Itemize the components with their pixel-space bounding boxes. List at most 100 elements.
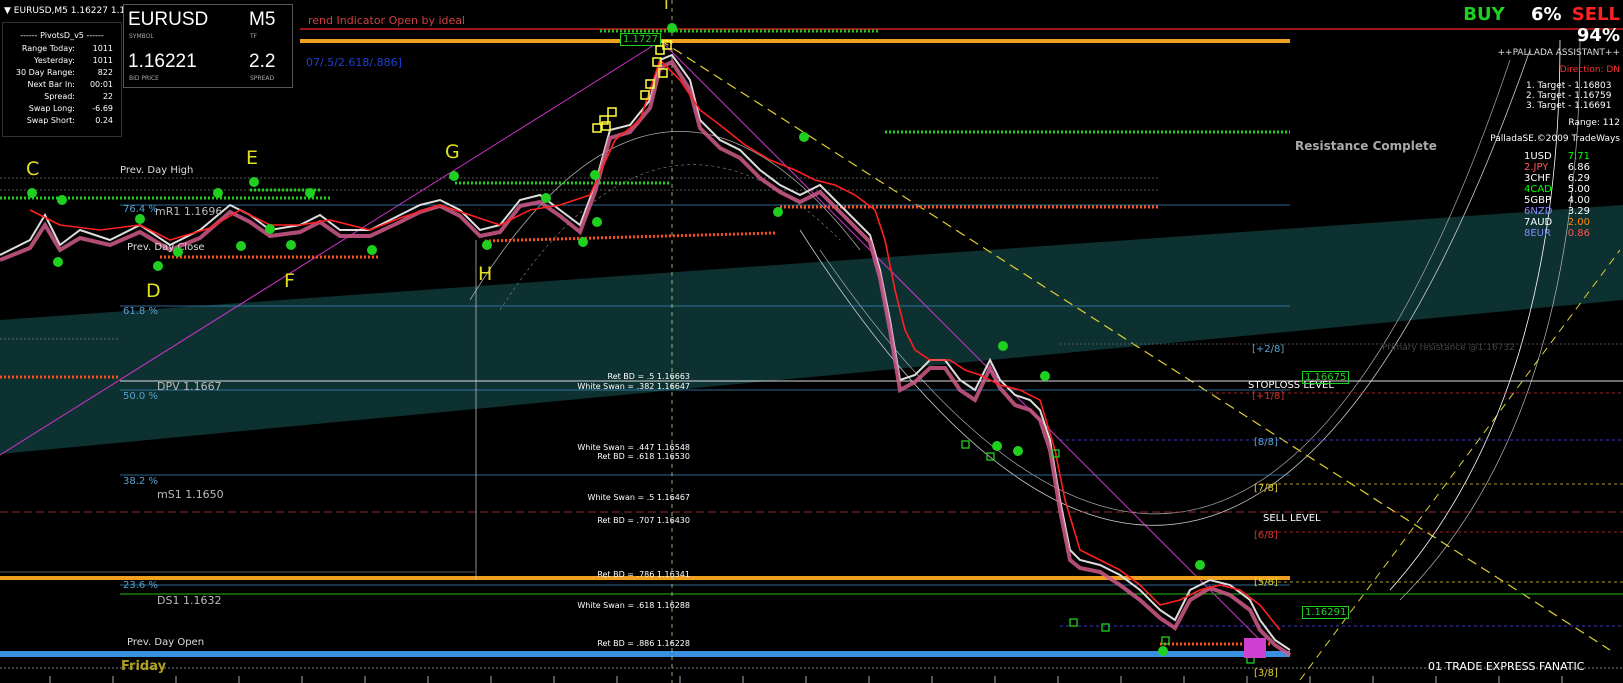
symbol-name: EURUSD — [128, 9, 209, 30]
symbol-caption: SYMBOL — [129, 33, 154, 40]
pivot-key: 30 Day Range: — [15, 68, 75, 77]
currency-name: 1USD — [1524, 151, 1552, 162]
dpv-label: DPV 1.1667 — [157, 380, 222, 393]
wave-label-d: D — [146, 280, 161, 302]
pivot-key: Range Today: — [21, 44, 75, 53]
wave-label-i: I — [664, 0, 669, 13]
indicator-title: rend Indicator Open by ideal — [308, 14, 466, 27]
fib-swan-label: Ret BD = .618 1.16530 — [597, 452, 690, 461]
fib-swan-label: Ret BD = .5 1.16663 — [607, 372, 691, 381]
currency-row: 7AUD 2.00 — [1420, 217, 1620, 228]
currency-value: 0.86 — [1567, 228, 1590, 239]
target-item: 2. Target - 1.16759 — [1526, 91, 1612, 101]
time-axis-ticks — [49, 676, 1563, 683]
price-tag-1: 1.16675 — [1302, 371, 1350, 384]
pivot-key: Swap Long: — [28, 104, 75, 113]
currency-name: 4CAD — [1524, 184, 1552, 195]
prev-day-close-label: Prev. Day Close — [127, 242, 205, 253]
friday-label: Friday — [121, 659, 167, 674]
fib-swan-label: White Swan = .618 1.16288 — [577, 601, 690, 610]
murrey-plus2: [+2/8] — [1252, 344, 1285, 355]
fib-76-label: 76.4 % — [123, 204, 158, 215]
currency-row: 8EUR 0.86 — [1420, 228, 1620, 239]
fib-swan-label: Ret BD = .886 1.16228 — [597, 639, 690, 648]
pivot-value: 822 — [97, 68, 113, 77]
pivot-key: Next Bar In: — [27, 80, 75, 89]
targets-list: 1. Target - 1.16803 2. Target - 1.16759 3.… — [1420, 81, 1620, 111]
currency-row: 2.JPY 6.86 — [1420, 162, 1620, 173]
prev-day-open-label: Prev. Day Open — [127, 637, 205, 648]
murrey-plus1: [+1/8] — [1252, 391, 1285, 402]
wave-label-f: F — [284, 270, 295, 292]
pivot-key: Swap Short: — [26, 116, 75, 125]
murrey-8: [8/8] — [1254, 437, 1278, 448]
target-item: 1. Target - 1.16803 — [1526, 81, 1612, 91]
wave-label-g: G — [445, 141, 460, 163]
price-tag-3: 1.1727 — [620, 33, 661, 46]
currency-value: 6.29 — [1567, 173, 1590, 184]
price-tag-2: 1.16291 — [1302, 606, 1350, 619]
resistance-label: Resistance Complete — [1295, 139, 1437, 153]
currency-name: 6NZD — [1524, 206, 1553, 217]
chart-symbol-header: ▼ EURUSD,M5 1.16227 1.1 — [4, 6, 125, 16]
currency-name: 3CHF — [1524, 173, 1551, 184]
sell-pct: 94% — [1576, 25, 1620, 46]
currency-row: 1USD 7.71 — [1420, 151, 1620, 162]
pivot-value: -6.69 — [92, 104, 113, 113]
pivot-row: Next Bar In: 00:01 — [3, 79, 121, 91]
currency-value: 7.71 — [1567, 151, 1590, 162]
pivot-value: 22 — [102, 92, 113, 101]
pivot-value: 1011 — [92, 44, 113, 53]
dropdown-triangle-icon[interactable]: ▼ — [4, 6, 11, 16]
wave-label-c: C — [26, 158, 40, 180]
mr1-label: mR1 1.1696 — [155, 205, 223, 218]
trend-channel — [0, 205, 1623, 454]
currency-name: 5GBP — [1524, 195, 1552, 206]
fib-swan-label: Ret BD = .707 1.16430 — [597, 516, 690, 525]
fib-swan-label: Ret BD = .786 1.16341 — [597, 570, 690, 579]
prev-day-high-label: Prev. Day High — [120, 165, 194, 176]
currency-row: 5GBP 4.00 — [1420, 195, 1620, 206]
copyright-label: PalladaSE.©2009 TradeWays — [1490, 134, 1620, 144]
sell-level-label: SELL LEVEL — [1263, 513, 1321, 524]
timeframe-caption: TF — [250, 33, 258, 40]
pivots-title: ------ PivotsD_v5 ------ — [20, 31, 104, 40]
spread-value: 2.2 — [249, 51, 276, 72]
pivot-value: 0.24 — [95, 116, 113, 125]
pivot-row: Swap Long: -6.69 — [3, 103, 121, 115]
pivot-value: 1011 — [92, 56, 113, 65]
fib-ratio-text: 07/.5/2.618/.886] — [306, 56, 402, 69]
buy-label: BUY — [1463, 4, 1505, 25]
pivot-row: Spread: 22 — [3, 91, 121, 103]
murrey-6: [6/8] — [1254, 530, 1278, 541]
pivot-row: Range Today: 1011 — [3, 43, 121, 55]
currency-row: 3CHF 6.29 — [1420, 173, 1620, 184]
pivot-row: Yesterday: 1011 — [3, 55, 121, 67]
sell-label: SELL — [1571, 4, 1620, 25]
target-item: 3. Target - 1.16691 — [1526, 101, 1612, 111]
murrey-5: [5/8] — [1254, 577, 1278, 588]
fib-swan-label: White Swan = .5 1.16467 — [587, 493, 690, 502]
currency-value: 6.86 — [1567, 162, 1590, 173]
pallada-assistant: BUY 6% SELL 94% ++PALLADA ASSISTANT++ Di… — [1420, 4, 1620, 239]
currency-value: 2.00 — [1567, 217, 1590, 228]
currency-value: 3.29 — [1567, 206, 1590, 217]
currency-name: 2.JPY — [1524, 162, 1549, 173]
range-label: Range: 112 — [1568, 118, 1620, 128]
pivots-rows: Range Today: 1011 Yesterday: 1011 30 Day Ran… — [3, 43, 121, 127]
pivot-row: Swap Short: 0.24 — [3, 115, 121, 127]
currency-value: 4.00 — [1567, 195, 1590, 206]
bid-caption: BID PRICE — [129, 75, 159, 82]
wave-label-h: H — [478, 263, 493, 285]
price-chart[interactable] — [0, 0, 1623, 683]
pivot-row: 30 Day Range: 822 — [3, 67, 121, 79]
symbol-info-box: EURUSD SYMBOL M5 TF 1.16221 BID PRICE 2.… — [123, 4, 293, 88]
ds1-label: DS1 1.1632 — [157, 594, 222, 607]
currency-strength-list: 1USD 7.71 2.JPY 6.86 3CHF 6.29 4CAD 5.00 5GBP 4.0… — [1420, 151, 1620, 239]
currency-value: 5.00 — [1567, 184, 1590, 195]
currency-name: 7AUD — [1524, 217, 1553, 228]
bid-price: 1.16221 — [128, 51, 197, 72]
fib-swan-label: White Swan = .382 1.16647 — [577, 382, 690, 391]
currency-row: 4CAD 5.00 — [1420, 184, 1620, 195]
currency-row: 6NZD 3.29 — [1420, 206, 1620, 217]
